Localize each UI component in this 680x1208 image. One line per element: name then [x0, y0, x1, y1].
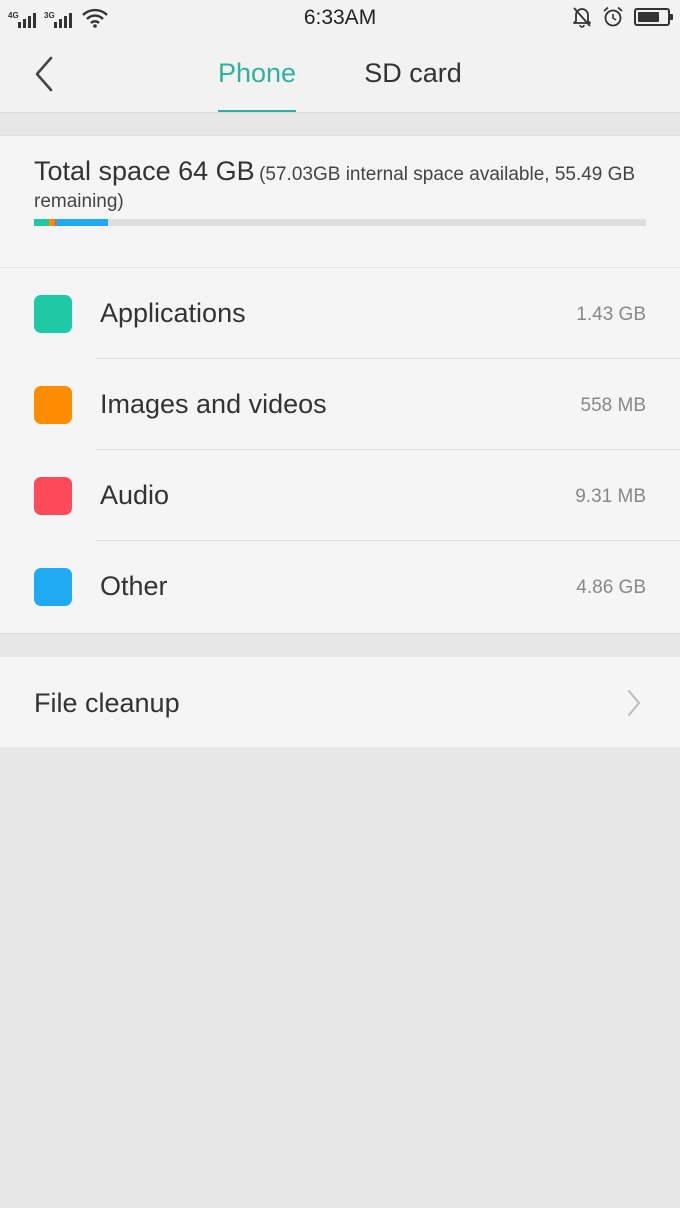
category-size: 1.43 GB	[576, 304, 646, 325]
status-bar: 4G 3G 6:33AM	[0, 0, 680, 36]
applications-color-swatch	[34, 295, 72, 333]
other-color-swatch	[34, 568, 72, 606]
mute-icon	[573, 7, 591, 28]
header: Phone SD card	[0, 36, 680, 113]
active-tab-indicator	[218, 110, 296, 112]
usage-segment-applications	[34, 219, 50, 226]
category-list: Applications 1.43 GB Images and videos 5…	[0, 268, 680, 634]
file-cleanup-row[interactable]: File cleanup	[0, 657, 680, 747]
images-color-swatch	[34, 386, 72, 424]
storage-summary: Total space 64 GB (57.03GB internal spac…	[0, 135, 680, 268]
tab-sd-card[interactable]: SD card	[358, 58, 468, 113]
status-right	[572, 6, 673, 28]
category-row-images-videos[interactable]: Images and videos 558 MB	[0, 359, 680, 450]
category-label: Other	[100, 571, 168, 601]
category-label: Audio	[100, 480, 170, 510]
total-space-text: Total space 64 GB (57.03GB internal spac…	[34, 158, 654, 216]
category-size: 558 MB	[580, 395, 646, 416]
battery-icon	[634, 8, 673, 26]
file-cleanup-label: File cleanup	[34, 688, 180, 718]
category-label: Applications	[100, 298, 246, 328]
back-button[interactable]	[28, 54, 60, 94]
category-label: Images and videos	[100, 389, 327, 419]
battery-fill	[638, 12, 659, 22]
storage-usage-bar	[34, 219, 646, 226]
category-row-applications[interactable]: Applications 1.43 GB	[0, 268, 680, 359]
category-row-other[interactable]: Other 4.86 GB	[0, 541, 680, 632]
category-size: 4.86 GB	[576, 577, 646, 598]
chevron-right-icon	[628, 690, 640, 716]
back-arrow-icon	[35, 56, 53, 92]
usage-segment-other	[55, 219, 108, 226]
total-space-label: Total space 64 GB	[34, 156, 255, 186]
tab-phone[interactable]: Phone	[218, 58, 296, 113]
category-row-audio[interactable]: Audio 9.31 MB	[0, 450, 680, 541]
category-size: 9.31 MB	[575, 486, 646, 507]
alarm-icon	[603, 6, 623, 27]
audio-color-swatch	[34, 477, 72, 515]
